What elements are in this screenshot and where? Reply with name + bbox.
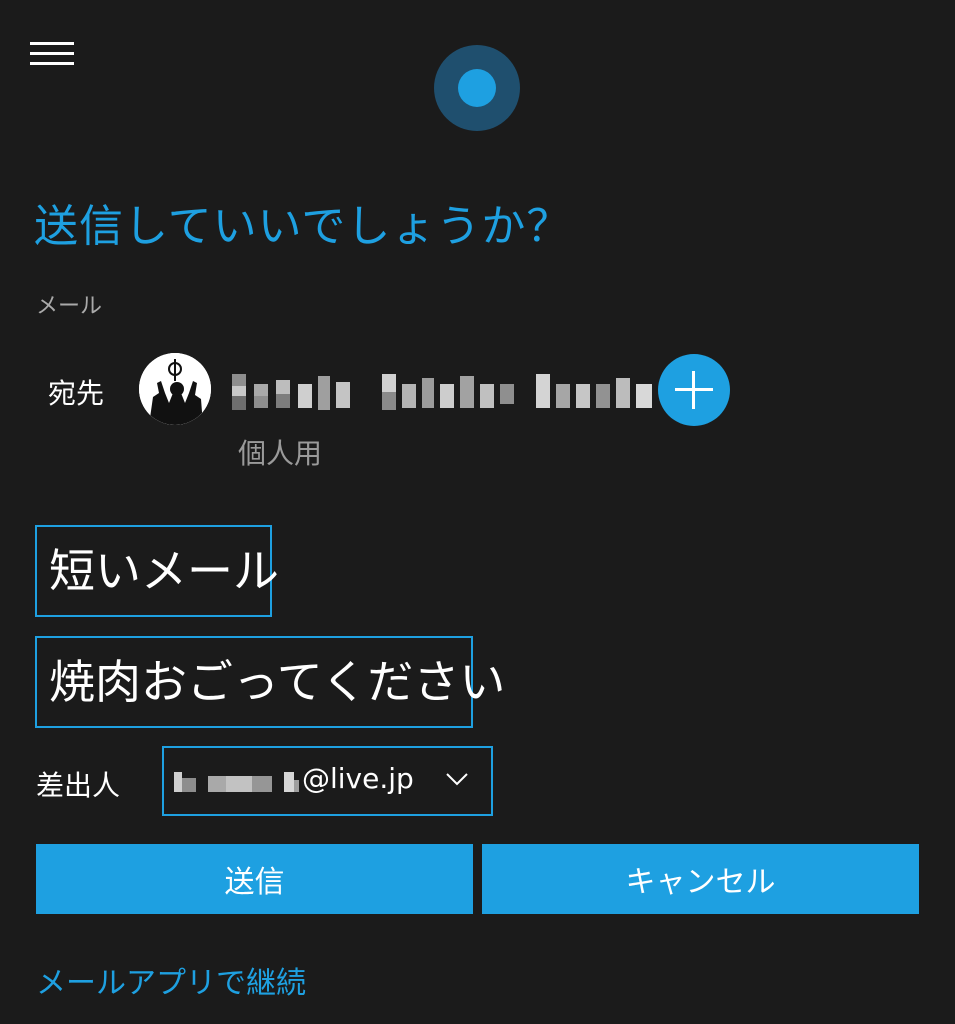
sender-label: 差出人	[36, 769, 121, 802]
cortana-orb-inner	[458, 69, 496, 107]
message-body-field[interactable]: 焼肉おごってください	[35, 636, 505, 728]
sender-address-domain: @live.jp	[302, 762, 414, 795]
chevron-down-icon	[446, 773, 468, 786]
sender-address-redacted	[174, 770, 299, 794]
app-label: メール	[36, 294, 103, 319]
sender-dropdown[interactable]: @live.jp	[162, 746, 493, 816]
hamburger-menu-icon[interactable]	[28, 38, 76, 70]
add-recipient-button[interactable]	[658, 354, 730, 426]
subject-field[interactable]: 短いメール	[35, 525, 279, 617]
recipient-name-redacted[interactable]	[232, 370, 656, 416]
cancel-button[interactable]: キャンセル	[482, 844, 919, 914]
cortana-orb-icon[interactable]	[434, 45, 520, 131]
send-button[interactable]: 送信	[36, 844, 473, 914]
contact-avatar	[139, 353, 211, 425]
recipient-label: 宛先	[48, 377, 105, 410]
recipient-account-type: 個人用	[238, 437, 323, 470]
confirmation-question: 送信していいでしょうか？	[34, 201, 572, 252]
continue-in-mail-app-link[interactable]: メールアプリで継続	[36, 958, 306, 1002]
